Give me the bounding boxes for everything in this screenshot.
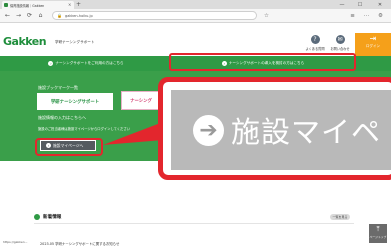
zoomed-button-label: 施設マイペ [231, 115, 382, 149]
more-news-button[interactable]: 一覧を見る [330, 214, 350, 220]
zoomed-facility-button: ➔ 施設マイペ [171, 90, 391, 170]
bullet-icon [34, 214, 40, 220]
notice-title: 新着情報 [43, 215, 62, 220]
divider [34, 223, 354, 224]
arrow-up-icon: ⤒ [376, 225, 380, 233]
notice-heading: 新着情報 [34, 214, 61, 220]
page-top-button[interactable]: ⤒ ページトップ [369, 224, 387, 243]
page-top-label: ページトップ [369, 235, 387, 239]
zoom-callout: ➔ 施設マイペ [158, 77, 391, 180]
news-item[interactable]: 2023.05 学研ナーシングサポートに関するお知らせ [40, 241, 119, 246]
arrow-circle-icon: ➔ [193, 114, 224, 146]
page: 保育施設情報｜Gakken × + — ☐ ✕ ← → ⟳ ⌂ 🔒 gakken… [0, 0, 391, 246]
status-url: https://gakken... [3, 240, 28, 244]
